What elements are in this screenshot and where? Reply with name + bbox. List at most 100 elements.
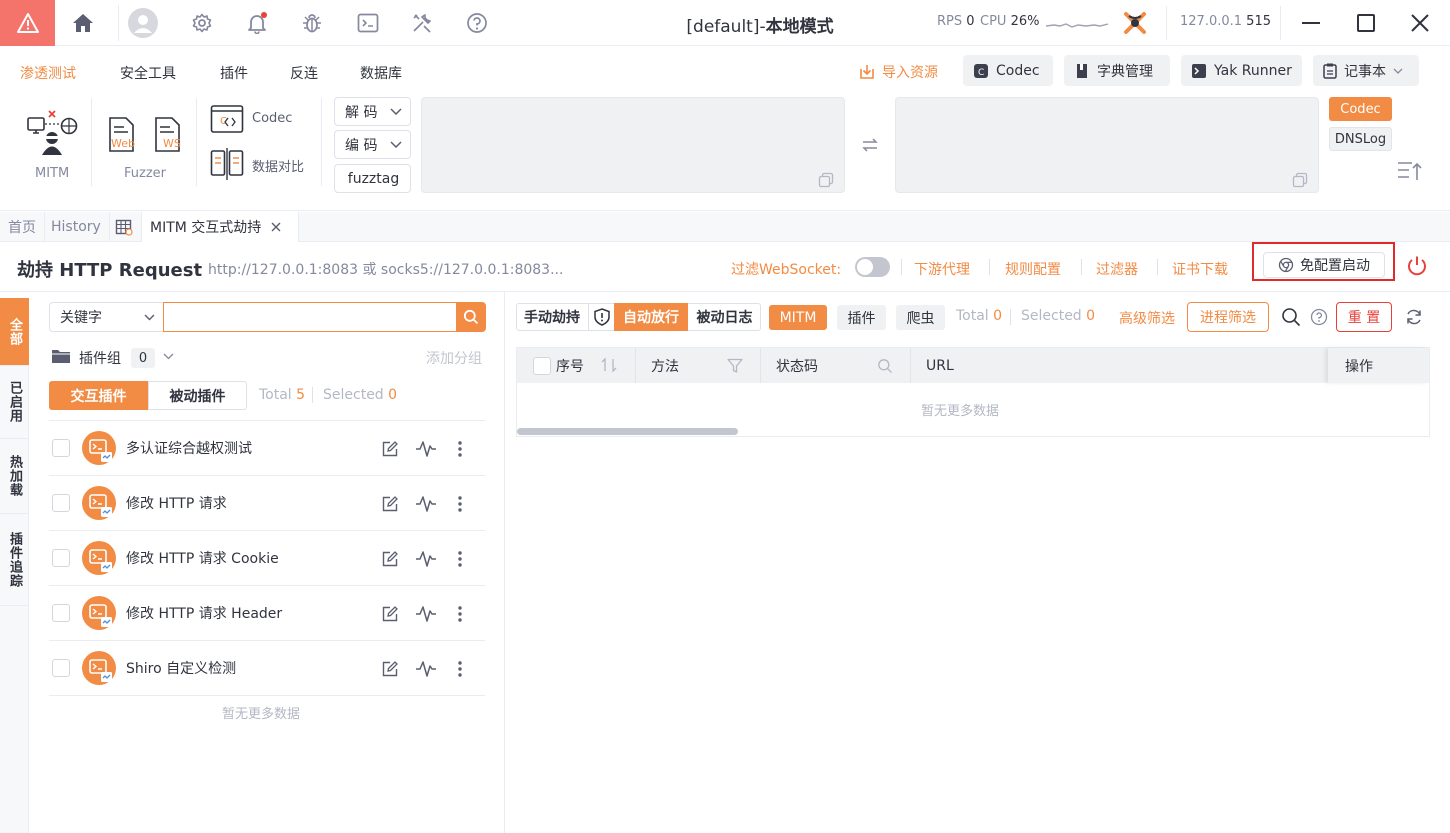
- filter-icon[interactable]: [727, 358, 743, 374]
- filter-crawler[interactable]: 爬虫: [896, 305, 945, 330]
- power-icon[interactable]: [1406, 255, 1428, 277]
- menu-security-tools[interactable]: 安全工具: [120, 63, 176, 83]
- select-all-checkbox[interactable]: [533, 357, 551, 375]
- side-codec-tab[interactable]: Codec: [1329, 97, 1392, 121]
- tab-history[interactable]: History: [43, 212, 110, 242]
- edit-icon[interactable]: [381, 660, 399, 678]
- plugin-checkbox[interactable]: [52, 659, 70, 677]
- codec-ribbon-icon[interactable]: C: [210, 104, 244, 134]
- gear-icon[interactable]: [188, 9, 216, 37]
- collapse-ribbon-icon[interactable]: [1397, 160, 1423, 182]
- web-fuzzer-icon[interactable]: Web: [106, 117, 140, 153]
- more-icon[interactable]: [458, 440, 462, 458]
- encode-select[interactable]: 编 码: [334, 130, 411, 159]
- more-icon[interactable]: [458, 495, 462, 513]
- edit-icon[interactable]: [381, 605, 399, 623]
- advanced-filter-link[interactable]: 高级筛选: [1119, 308, 1175, 328]
- engine-status-icon[interactable]: [1122, 10, 1148, 36]
- plugin-checkbox[interactable]: [52, 549, 70, 567]
- notepad-button[interactable]: 记事本: [1313, 55, 1419, 86]
- avatar-icon[interactable]: [128, 8, 158, 38]
- downstream-proxy-link[interactable]: 下游代理: [914, 259, 970, 279]
- plugin-row[interactable]: 多认证综合越权测试: [49, 421, 485, 476]
- process-filter-button[interactable]: 进程筛选: [1187, 302, 1269, 332]
- vtab-hotload[interactable]: 热加载: [0, 439, 29, 514]
- filter-plugin[interactable]: 插件: [837, 305, 886, 330]
- plugin-row[interactable]: 修改 HTTP 请求 Cookie: [49, 531, 485, 586]
- plugin-row[interactable]: 修改 HTTP 请求: [49, 476, 485, 531]
- tools-icon[interactable]: [408, 9, 436, 37]
- menu-reverse[interactable]: 反连: [290, 63, 318, 83]
- tab-passive-plugins[interactable]: 被动插件: [148, 381, 247, 410]
- tab-interactive-plugins[interactable]: 交互插件: [49, 381, 148, 410]
- plugin-row[interactable]: 修改 HTTP 请求 Header: [49, 586, 485, 641]
- vtab-plugin-trace[interactable]: 插件追踪: [0, 514, 29, 606]
- plugin-search-input[interactable]: [163, 302, 457, 332]
- compare-icon[interactable]: [210, 148, 244, 180]
- filter-link[interactable]: 过滤器: [1096, 259, 1138, 279]
- filter-websocket-toggle[interactable]: [855, 257, 890, 277]
- edit-icon[interactable]: [381, 440, 399, 458]
- decode-select[interactable]: 解 码: [334, 97, 411, 126]
- refresh-icon[interactable]: [1405, 308, 1423, 326]
- search-type-select[interactable]: 关键字: [49, 302, 164, 332]
- help-icon[interactable]: [1310, 308, 1328, 326]
- edit-icon[interactable]: [381, 550, 399, 568]
- yak-runner-button[interactable]: Yak Runner: [1181, 55, 1302, 86]
- horizontal-scrollbar[interactable]: [517, 428, 738, 435]
- codec-tool-button[interactable]: C Codec: [963, 55, 1053, 86]
- bug-icon[interactable]: [298, 9, 326, 37]
- pulse-icon[interactable]: [415, 440, 437, 458]
- alert-logo-icon[interactable]: [0, 0, 55, 46]
- sort-icon[interactable]: [600, 357, 618, 373]
- dictionary-button[interactable]: 字典管理: [1064, 55, 1170, 86]
- reset-button[interactable]: 重 置: [1336, 302, 1392, 332]
- chevron-down-icon[interactable]: [163, 353, 174, 360]
- plugin-checkbox[interactable]: [52, 494, 70, 512]
- filter-mitm[interactable]: MITM: [769, 305, 827, 330]
- help-icon[interactable]: [463, 9, 491, 37]
- swap-icon[interactable]: [861, 136, 879, 154]
- search-icon[interactable]: [877, 358, 893, 374]
- shield-icon[interactable]: [588, 304, 614, 330]
- menu-pentest[interactable]: 渗透测试: [20, 63, 76, 83]
- compare-label[interactable]: 数据对比: [252, 156, 304, 175]
- maximize-icon[interactable]: [1357, 14, 1375, 32]
- pulse-icon[interactable]: [415, 495, 437, 513]
- vtab-all[interactable]: 全部: [0, 298, 29, 366]
- more-icon[interactable]: [458, 660, 462, 678]
- edit-icon[interactable]: [381, 495, 399, 513]
- fuzztag-button[interactable]: fuzztag: [334, 164, 411, 193]
- vtab-enabled[interactable]: 已启用: [0, 366, 29, 439]
- auto-release-button[interactable]: 自动放行: [614, 303, 688, 331]
- rules-config-link[interactable]: 规则配置: [1005, 259, 1061, 279]
- tab-mitm[interactable]: MITM 交互式劫持: [142, 212, 299, 242]
- side-dnslog-tab[interactable]: DNSLog: [1329, 127, 1392, 151]
- import-resource-button[interactable]: 导入资源: [858, 62, 938, 82]
- more-icon[interactable]: [458, 550, 462, 568]
- copy-icon[interactable]: [818, 172, 834, 188]
- plugin-checkbox[interactable]: [52, 604, 70, 622]
- pulse-icon[interactable]: [415, 605, 437, 623]
- search-button[interactable]: [456, 302, 486, 332]
- more-icon[interactable]: [458, 605, 462, 623]
- ws-fuzzer-icon[interactable]: WS: [152, 117, 186, 153]
- plugin-row[interactable]: Shiro 自定义检测: [49, 641, 485, 696]
- codec-input-area[interactable]: [421, 97, 845, 193]
- no-config-launch-button[interactable]: 免配置启动: [1263, 252, 1385, 278]
- close-icon[interactable]: [1410, 13, 1430, 33]
- mitm-tool-icon[interactable]: [25, 108, 79, 158]
- add-group-button[interactable]: 添加分组: [426, 348, 482, 368]
- plugin-checkbox[interactable]: [52, 439, 70, 457]
- pulse-icon[interactable]: [415, 660, 437, 678]
- tab-home[interactable]: 首页: [0, 212, 45, 242]
- tab-table[interactable]: [106, 212, 142, 242]
- search-icon[interactable]: [1281, 307, 1301, 327]
- cert-download-link[interactable]: 证书下载: [1172, 259, 1228, 279]
- terminal-icon[interactable]: [354, 9, 382, 37]
- close-tab-icon[interactable]: [271, 222, 281, 232]
- menu-database[interactable]: 数据库: [360, 63, 402, 83]
- codec-ribbon-label[interactable]: Codec: [252, 111, 292, 126]
- home-icon[interactable]: [69, 9, 97, 37]
- bell-icon[interactable]: [243, 9, 271, 37]
